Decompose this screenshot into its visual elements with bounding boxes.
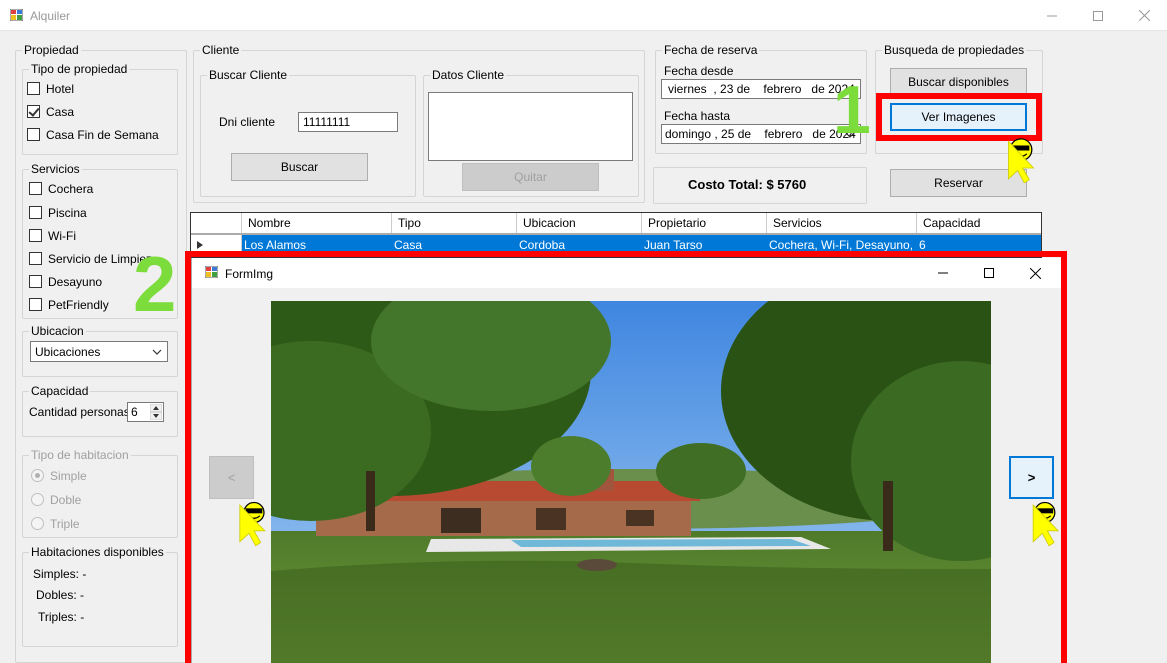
tipo-propiedad-label: Tipo de propiedad (29, 62, 130, 76)
grid-col-capacidad[interactable]: Capacidad (917, 213, 1041, 233)
tipo-habitacion-label: Tipo de habitacion (29, 448, 131, 462)
datos-cliente-label: Datos Cliente (430, 68, 507, 82)
fecha-hasta-picker[interactable]: domingo , 25 de febrero de 2024 (661, 124, 861, 144)
simple-radio[interactable] (31, 469, 44, 482)
desayuno-checkbox[interactable] (29, 275, 42, 288)
grid-col-servicios[interactable]: Servicios (767, 213, 917, 233)
costo-total-text: Costo Total: $ 5760 (688, 177, 807, 192)
ubicacion-select[interactable]: Ubicaciones (30, 341, 168, 362)
casa-checkbox[interactable] (27, 105, 40, 118)
cantidad-personas-label: Cantidad personas: (29, 405, 134, 419)
triple-radio[interactable] (31, 517, 44, 530)
hotel-label: Hotel (46, 82, 75, 96)
tipo-habitacion-group: Tipo de habitacion (22, 448, 178, 538)
casa-fin-semana-checkbox[interactable] (27, 128, 40, 141)
cliente-label: Cliente (200, 43, 242, 57)
doble-label: Doble (50, 493, 82, 507)
piscina-checkbox[interactable] (29, 206, 42, 219)
busqueda-label: Busqueda de propiedades (882, 43, 1027, 57)
quitar-button[interactable]: Quitar (462, 163, 599, 191)
fecha-reserva-label: Fecha de reserva (662, 43, 760, 57)
cursor-pointer-icon (1032, 501, 1060, 547)
dobles-count: Dobles: - (36, 588, 85, 602)
fecha-hasta-label: Fecha hasta (664, 109, 731, 123)
limpieza-checkbox[interactable] (29, 252, 42, 265)
datos-cliente-textarea[interactable] (428, 92, 633, 161)
cursor-pointer-icon (1008, 138, 1035, 183)
buscar-cliente-button[interactable]: Buscar (231, 153, 368, 181)
habitaciones-disponibles-label: Habitaciones disponibles (29, 545, 166, 559)
fecha-desde-picker[interactable]: viernes , 23 de febrero de 2024 (661, 79, 861, 99)
close-button[interactable] (1121, 0, 1167, 31)
desayuno-label: Desayuno (48, 275, 103, 289)
cochera-label: Cochera (48, 182, 94, 196)
close-icon (1138, 10, 1150, 21)
triples-count: Triples: - (38, 610, 85, 624)
piscina-label: Piscina (48, 206, 87, 220)
petfriendly-label: PetFriendly (48, 298, 109, 312)
capacidad-label: Capacidad (29, 384, 91, 398)
annotation-box-2 (185, 251, 1067, 663)
buscar-disponibles-button[interactable]: Buscar disponibles (890, 68, 1027, 96)
fecha-hasta-value: domingo , 25 de febrero de 2024 (665, 127, 856, 141)
simples-count: Simples: - (33, 567, 87, 581)
triple-label: Triple (50, 517, 80, 531)
buscar-cliente-label: Buscar Cliente (207, 68, 290, 82)
app-form-icon (10, 9, 23, 21)
simple-label: Simple (50, 469, 87, 483)
fecha-desde-value: viernes , 23 de febrero de 2024 (668, 82, 855, 96)
petfriendly-checkbox[interactable] (29, 298, 42, 311)
cursor-pointer-icon (239, 501, 266, 547)
casa-fin-semana-label: Casa Fin de Semana (46, 128, 159, 142)
grid-header-row: Nombre Tipo Ubicacion Propietario Servic… (191, 213, 1041, 233)
main-titlebar: Alquiler (0, 0, 1167, 31)
buscar-disponibles-label: Buscar disponibles (908, 75, 1009, 89)
dni-cliente-input[interactable]: 11111111 (298, 112, 398, 132)
grid-col-ubicacion[interactable]: Ubicacion (517, 213, 642, 233)
step-number-1: 1 (833, 72, 871, 148)
grid-col-propietario[interactable]: Propietario (642, 213, 767, 233)
ubicacion-value: Ubicaciones (35, 345, 101, 359)
chevron-down-icon (152, 349, 162, 355)
cantidad-personas-stepper[interactable]: 6 (127, 402, 164, 422)
servicios-label: Servicios (29, 162, 82, 176)
quitar-button-label: Quitar (514, 170, 547, 184)
wifi-checkbox[interactable] (29, 229, 42, 242)
casa-label: Casa (46, 105, 75, 119)
dni-cliente-label: Dni cliente (219, 115, 276, 129)
cantidad-personas-value: 6 (131, 405, 138, 419)
doble-radio[interactable] (31, 493, 44, 506)
maximize-icon (1093, 10, 1103, 21)
stepper-arrows-icon[interactable] (150, 404, 162, 420)
maximize-button[interactable] (1075, 0, 1121, 31)
buscar-cliente-button-label: Buscar (280, 160, 319, 174)
grid-corner (191, 213, 242, 233)
minimize-icon (1047, 15, 1057, 16)
grid-col-nombre[interactable]: Nombre (242, 213, 392, 233)
fecha-desde-label: Fecha desde (664, 64, 734, 78)
cochera-checkbox[interactable] (29, 182, 42, 195)
step-number-2: 2 (133, 240, 177, 328)
hotel-checkbox[interactable] (27, 82, 40, 95)
wifi-label: Wi-Fi (48, 229, 76, 243)
dni-cliente-value: 11111111 (303, 115, 351, 129)
ubicacion-label: Ubicacion (29, 324, 86, 338)
minimize-button[interactable] (1029, 0, 1075, 31)
propiedad-label: Propiedad (22, 43, 81, 57)
grid-col-tipo[interactable]: Tipo (392, 213, 517, 233)
window-title: Alquiler (30, 9, 71, 23)
reservar-label: Reservar (934, 176, 983, 190)
